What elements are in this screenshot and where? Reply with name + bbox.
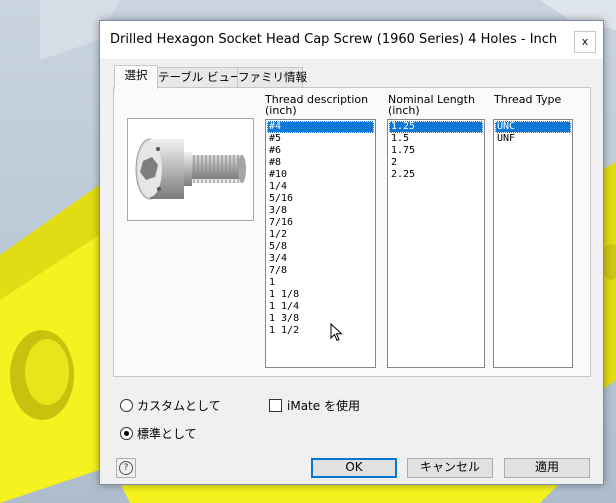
- nominal-length-item[interactable]: 1.5: [389, 133, 483, 145]
- cancel-button[interactable]: キャンセル: [407, 458, 493, 478]
- thread-description-item[interactable]: 1 1/2: [267, 325, 374, 337]
- close-icon: x: [581, 35, 589, 48]
- thread-description-item[interactable]: 5/8: [267, 241, 374, 253]
- thread-description-item[interactable]: #8: [267, 157, 374, 169]
- thread-type-item[interactable]: UNF: [495, 133, 571, 145]
- screw-preview-icon: [135, 138, 246, 200]
- thread-type-list[interactable]: UNC UNF: [493, 119, 573, 368]
- thread-description-item[interactable]: 1 3/8: [267, 313, 374, 325]
- close-button[interactable]: x: [574, 31, 596, 53]
- selection-tab-panel: Thread description (inch) Nominal Length…: [113, 87, 591, 377]
- tab-table-view[interactable]: テーブル ビュー: [157, 67, 242, 88]
- thread-description-item[interactable]: 7/8: [267, 265, 374, 277]
- standard-radio-label: 標準として: [137, 427, 197, 441]
- nominal-length-item[interactable]: 1.25: [389, 121, 483, 133]
- nominal-length-list[interactable]: 1.25 1.5 1.75 2 2.25: [387, 119, 485, 368]
- part-preview: [127, 118, 254, 221]
- thread-description-item[interactable]: #5: [267, 133, 374, 145]
- header-line: Thread Type: [494, 93, 562, 106]
- custom-radio-label: カスタムとして: [137, 399, 221, 413]
- use-imate-label: iMate を使用: [287, 399, 360, 413]
- thread-description-item[interactable]: 7/16: [267, 217, 374, 229]
- thread-type-items: UNC UNF: [494, 120, 572, 146]
- thread-type-item[interactable]: UNC: [495, 121, 571, 133]
- tab-family-info[interactable]: ファミリ情報: [237, 67, 307, 88]
- header-unit: (inch): [265, 104, 297, 117]
- apply-button[interactable]: 適用: [504, 458, 590, 478]
- thread-description-item[interactable]: 1/4: [267, 181, 374, 193]
- tab-selection[interactable]: 選択: [114, 65, 158, 89]
- checkbox-box: [269, 399, 282, 412]
- header-unit: (inch): [388, 104, 420, 117]
- yellow-part-bottom: [120, 483, 560, 503]
- thread-description-item[interactable]: 3/4: [267, 253, 374, 265]
- thread-description-items: #4 #5 #6 #8 #10 1/4 5/16 3/8 7/16 1/2 5/8 3/4 7/8 1 1 …: [266, 120, 375, 338]
- thread-description-list[interactable]: #4 #5 #6 #8 #10 1/4 5/16 3/8 7/16 1/2 5/8 3/4 7/8 1 1 …: [265, 119, 376, 368]
- nominal-length-item[interactable]: 1.75: [389, 145, 483, 157]
- thread-description-item[interactable]: 1/2: [267, 229, 374, 241]
- tab-label: テーブル ビュー: [158, 70, 242, 84]
- tab-label: 選択: [124, 68, 148, 82]
- thread-description-item[interactable]: 1: [267, 277, 374, 289]
- thread-description-item[interactable]: 1 1/8: [267, 289, 374, 301]
- thread-description-item[interactable]: 3/8: [267, 205, 374, 217]
- thread-type-header: Thread Type: [494, 94, 561, 105]
- dialog-titlebar[interactable]: Drilled Hexagon Socket Head Cap Screw (1…: [100, 21, 603, 59]
- thread-description-item[interactable]: #10: [267, 169, 374, 181]
- use-imate-checkbox[interactable]: iMate を使用: [269, 397, 360, 414]
- mouse-pointer-icon: [330, 323, 343, 342]
- help-icon: ?: [119, 461, 133, 475]
- thread-description-header: Thread description (inch): [265, 94, 368, 116]
- tab-label: ファミリ情報: [238, 70, 307, 84]
- nominal-length-items: 1.25 1.5 1.75 2 2.25: [388, 120, 484, 182]
- standard-radio[interactable]: 標準として: [120, 425, 197, 442]
- thread-description-item[interactable]: 1 1/4: [267, 301, 374, 313]
- nominal-length-item[interactable]: 2: [389, 157, 483, 169]
- nominal-length-item[interactable]: 2.25: [389, 169, 483, 181]
- help-button[interactable]: ?: [116, 458, 136, 478]
- custom-radio[interactable]: カスタムとして: [120, 397, 221, 414]
- thread-description-item[interactable]: 5/16: [267, 193, 374, 205]
- thread-description-item[interactable]: #6: [267, 145, 374, 157]
- ok-button[interactable]: OK: [311, 458, 397, 478]
- dialog-title: Drilled Hexagon Socket Head Cap Screw (1…: [110, 32, 558, 47]
- nominal-length-header: Nominal Length (inch): [388, 94, 475, 116]
- thread-description-item[interactable]: #4: [267, 121, 374, 133]
- place-part-dialog: Drilled Hexagon Socket Head Cap Screw (1…: [99, 20, 604, 485]
- radio-circle: [120, 399, 133, 412]
- radio-circle: [120, 427, 133, 440]
